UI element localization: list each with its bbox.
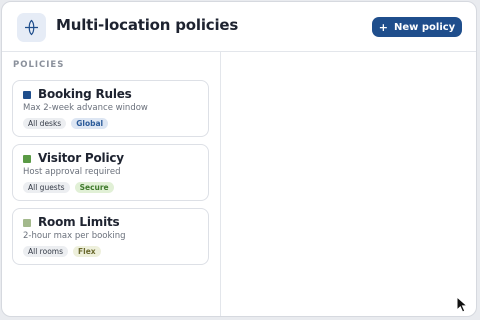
policy-card-booking-rules[interactable]: Booking Rules Max 2-week advance window … [12, 80, 209, 137]
new-policy-label: New policy [394, 21, 456, 33]
policy-title: Visitor Policy [38, 151, 124, 165]
policy-title: Room Limits [38, 215, 120, 229]
policies-window: Multi-location policies + New policy POL… [1, 1, 477, 317]
policy-color-swatch [23, 91, 31, 99]
new-policy-button[interactable]: + New policy [372, 17, 462, 37]
policy-color-swatch [23, 155, 31, 163]
scope-badge: All rooms [23, 246, 68, 257]
scope-badge: All guests [23, 182, 70, 193]
policy-detail-pane [221, 52, 476, 316]
policy-sidebar: POLICIES Booking Rules Max 2-week advanc… [2, 52, 221, 316]
page-title: Multi-location policies [56, 16, 239, 34]
header-bar: Multi-location policies + New policy [2, 2, 476, 52]
section-label: POLICIES [13, 60, 65, 70]
policy-description: 2-hour max per booking [23, 231, 126, 241]
policy-type-badge: Secure [74, 182, 114, 193]
policy-description: Host approval required [23, 167, 121, 177]
policy-type-badge: Global [71, 118, 109, 129]
policy-card-visitor-policy[interactable]: Visitor Policy Host approval required Al… [12, 144, 209, 201]
policy-type-badge: Flex [73, 246, 101, 257]
plus-icon: + [378, 20, 388, 34]
location-pin-icon [17, 13, 46, 42]
mouse-pointer-icon [456, 296, 469, 313]
policy-color-swatch [23, 219, 31, 227]
policy-title: Booking Rules [38, 87, 132, 101]
scope-badge: All desks [23, 118, 67, 129]
policy-description: Max 2-week advance window [23, 103, 148, 113]
policy-card-room-limits[interactable]: Room Limits 2-hour max per booking All r… [12, 208, 209, 265]
